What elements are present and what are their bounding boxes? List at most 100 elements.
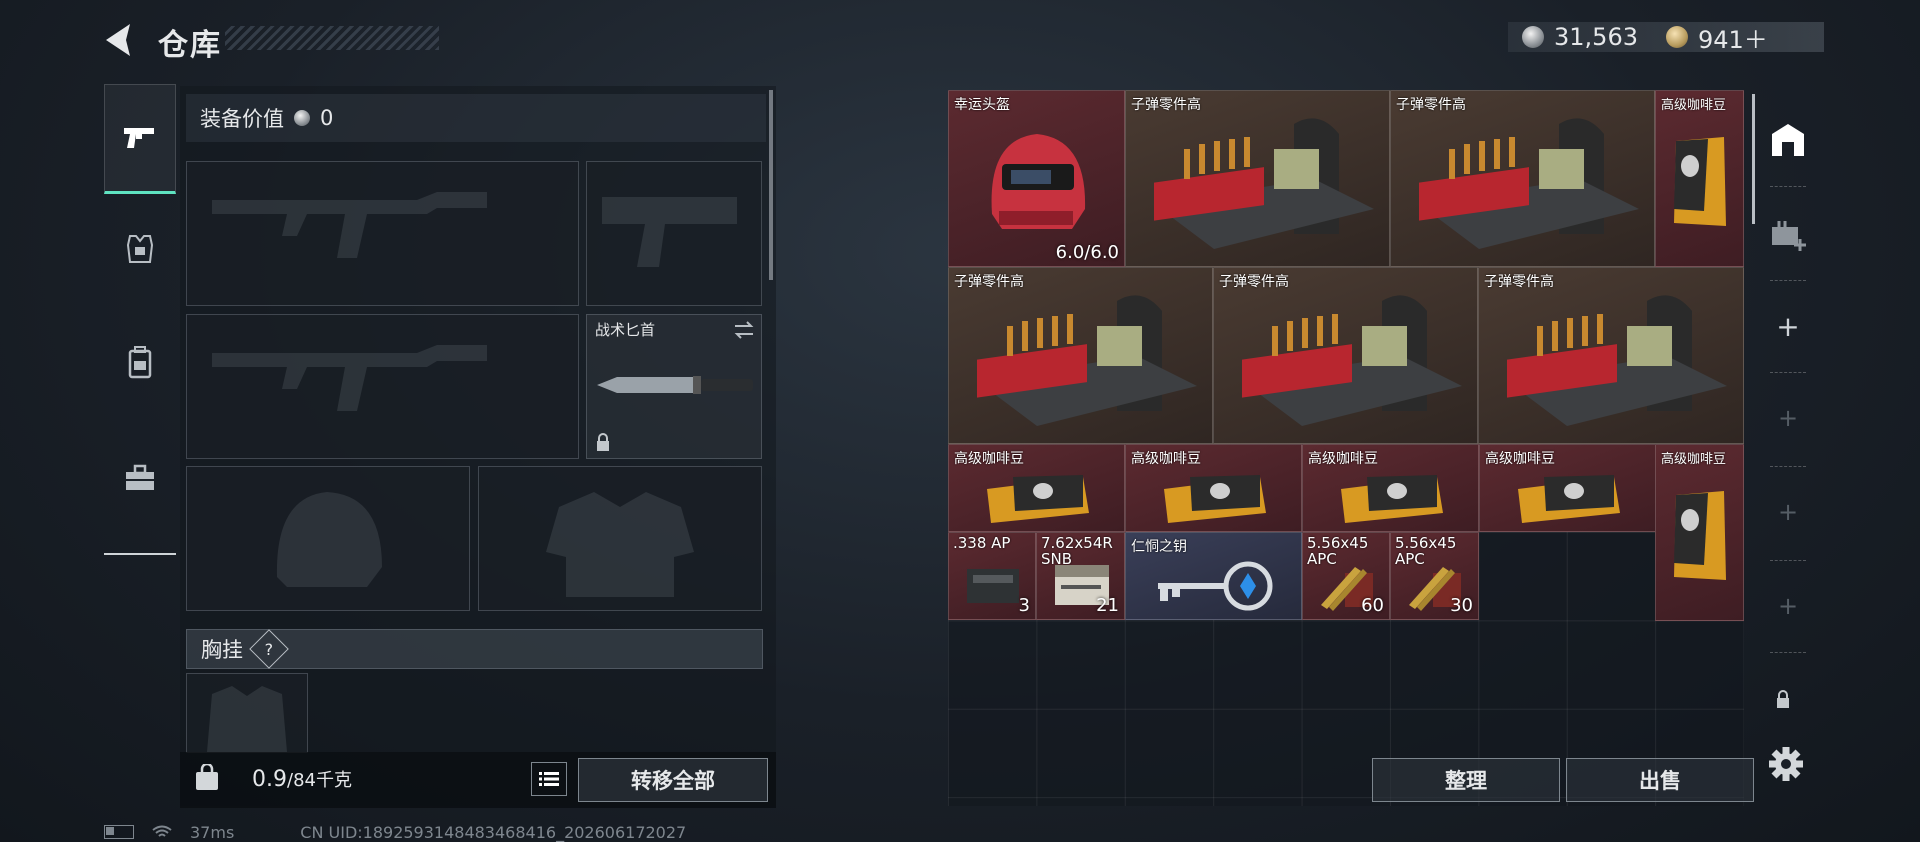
chest-rig-placeholder-icon <box>207 686 287 752</box>
chest-rig-label: 胸挂 <box>201 638 243 662</box>
equip-value: 0 <box>320 106 334 130</box>
item-bullet-parts-high[interactable]: 子弹零件高 <box>1478 267 1744 444</box>
weight-icon <box>196 764 218 790</box>
armor-vest-icon <box>126 235 154 263</box>
coffee-bag-image <box>1674 137 1726 226</box>
tab-toolbox[interactable] <box>104 420 176 536</box>
battery-icon <box>104 825 134 839</box>
item-name: 高级咖啡豆 <box>1661 98 1727 113</box>
tab-divider <box>1770 186 1806 188</box>
helmet-slot[interactable] <box>186 466 470 611</box>
weight-readout: 0.9/84千克 <box>252 766 352 792</box>
item-bullet-parts-high[interactable]: 子弹零件高 <box>1125 90 1390 267</box>
ammo-box-image <box>967 569 1019 603</box>
tab-armor[interactable] <box>104 194 176 304</box>
item-name: 高级咖啡豆 <box>1131 451 1201 467</box>
equip-value-label: 装备价值 <box>200 107 284 131</box>
swap-icon[interactable] <box>733 321 755 339</box>
item-count: 60 <box>1361 595 1384 616</box>
backpack-icon <box>128 346 152 379</box>
system-status-bar: 37ms CN UID:1892593148483468416_20260617… <box>104 822 686 842</box>
key-image <box>1158 561 1273 611</box>
item-name: 幸运头盔 <box>954 97 1010 113</box>
item-556x45-apc-ammo[interactable]: 5.56x45 APC 30 <box>1390 532 1479 620</box>
tab-weapons[interactable] <box>104 84 176 194</box>
tab-add-storage[interactable] <box>1760 206 1816 262</box>
transfer-all-button[interactable]: 转移全部 <box>578 758 768 802</box>
item-338-ap-ammo[interactable]: .338 AP 3 <box>948 532 1036 620</box>
helmet-image <box>991 134 1086 229</box>
storage-scrollbar[interactable] <box>1752 94 1755 224</box>
list-view-button[interactable] <box>531 762 567 796</box>
tab-storage-main[interactable] <box>1760 112 1816 168</box>
tab-divider <box>1770 560 1806 562</box>
item-durability: 6.0/6.0 <box>1055 242 1119 263</box>
storage-tabs: + + + + <box>1760 90 1816 690</box>
equipment-value-bar: 装备价值 0 <box>186 94 766 142</box>
helmet-placeholder-icon <box>276 492 382 587</box>
coffee-bag-image <box>1341 475 1443 523</box>
item-premium-coffee-beans[interactable]: 高级咖啡豆 <box>1125 444 1302 532</box>
gear-icon[interactable] <box>1764 742 1808 786</box>
item-lucky-helmet[interactable]: 幸运头盔 6.0/6.0 <box>948 90 1125 267</box>
tab-divider <box>1770 466 1806 468</box>
back-arrow-icon[interactable] <box>100 20 140 60</box>
item-premium-coffee-beans[interactable]: 高级咖啡豆 <box>1655 444 1744 621</box>
primary-weapon-slot-1[interactable] <box>186 161 579 306</box>
item-premium-coffee-beans[interactable]: 高级咖啡豆 <box>1479 444 1656 532</box>
item-benevolence-key[interactable]: 仁恫之钥 <box>1125 532 1302 620</box>
plus-icon[interactable]: + <box>1760 390 1816 446</box>
pistol-placeholder-icon <box>602 197 737 267</box>
weight-max: /84千克 <box>287 770 352 791</box>
sell-button[interactable]: 出售 <box>1566 758 1754 802</box>
wifi-icon <box>152 825 172 837</box>
left-scrollbar[interactable] <box>769 90 773 280</box>
item-bullet-parts-high[interactable]: 子弹零件高 <box>1213 267 1478 444</box>
item-premium-coffee-beans[interactable]: 高级咖啡豆 <box>1655 90 1744 267</box>
help-icon[interactable]: ? <box>249 629 289 669</box>
title-decoration <box>225 26 439 50</box>
item-762x54r-ammo[interactable]: 7.62x54R SNB 21 <box>1036 532 1125 620</box>
knife-slot[interactable]: 战术匕首 <box>586 314 762 459</box>
coffee-bag-image <box>987 475 1089 523</box>
silver-coin-icon <box>1522 26 1544 48</box>
weight-current: 0.9 <box>252 767 287 792</box>
medkit-add-icon <box>1772 221 1806 251</box>
item-premium-coffee-beans[interactable]: 高级咖啡豆 <box>1302 444 1479 532</box>
rifle-placeholder-icon <box>212 345 487 411</box>
plus-icon[interactable]: + <box>1760 298 1816 354</box>
plus-icon[interactable]: + <box>1760 578 1816 634</box>
item-premium-coffee-beans[interactable]: 高级咖啡豆 <box>948 444 1125 532</box>
item-556x45-apc-ammo[interactable]: 5.56x45 APC 60 <box>1302 532 1390 620</box>
tab-divider <box>1770 652 1806 654</box>
ammo-crate-image <box>977 295 1197 426</box>
item-bullet-parts-high[interactable]: 子弹零件高 <box>948 267 1213 444</box>
silver-coin-icon <box>294 110 310 126</box>
item-count: 3 <box>1018 595 1030 616</box>
gold-amount[interactable]: 941＋ <box>1698 20 1768 55</box>
plus-icon[interactable]: + <box>1760 484 1816 540</box>
lock-icon <box>1777 690 1789 708</box>
list-icon <box>539 772 559 786</box>
tab-backpack[interactable] <box>104 304 176 420</box>
pistol-icon <box>124 128 154 148</box>
body-armor-slot[interactable] <box>478 466 762 611</box>
coffee-bag-image <box>1164 475 1266 523</box>
help-glyph: ? <box>264 639 274 659</box>
coffee-bag-image <box>1674 491 1726 580</box>
coffee-bag-image <box>1518 475 1620 523</box>
nav-divider <box>104 553 176 555</box>
user-uid: CN UID:1892593148483468416_202606172027 <box>300 822 687 842</box>
ammo-crate-image <box>1242 295 1462 426</box>
sort-button[interactable]: 整理 <box>1372 758 1560 802</box>
chest-rig-slot[interactable] <box>186 673 308 753</box>
silver-amount: 31,563 <box>1554 23 1638 51</box>
item-name: 高级咖啡豆 <box>1661 452 1727 467</box>
armor-placeholder-icon <box>546 492 694 597</box>
equipment-category-nav <box>104 84 176 554</box>
item-bullet-parts-high[interactable]: 子弹零件高 <box>1390 90 1655 267</box>
ammo-crate-image <box>1419 118 1639 249</box>
sidearm-slot[interactable] <box>586 161 762 306</box>
storage-grid: 幸运头盔 6.0/6.0 子弹零件高 子弹零件高 高级咖啡豆 子弹零件高 子弹零… <box>948 90 1744 806</box>
primary-weapon-slot-2[interactable] <box>186 314 579 459</box>
